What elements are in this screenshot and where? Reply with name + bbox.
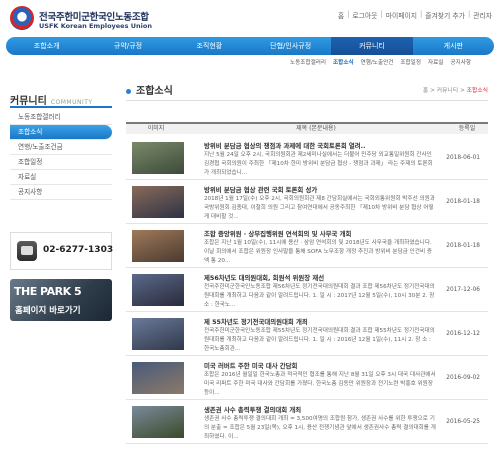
- subnav-item[interactable]: 노동조합갤러리: [290, 58, 326, 66]
- utility-links: 홈 | 로그아웃 | 마이페이지 | 즐겨찾기 추가 | 관리자: [338, 10, 492, 20]
- title-bullet-icon: [126, 88, 131, 94]
- table-row[interactable]: 방위비 분담금 협상 관련 국회 토론회 성가 2018년 1월 17일(수) 오…: [126, 180, 488, 224]
- column-header-date: 등록일: [458, 125, 476, 132]
- row-thumbnail[interactable]: [132, 406, 184, 438]
- util-separator: |: [419, 10, 423, 18]
- row-title[interactable]: 방위비 분담금 협상의 쟁점과 과제에 대한 국회토론회 열려..: [204, 141, 434, 150]
- row-summary: 조합은 지난 1월 10일(수), 11시에 용산 · 삼암 연석회의 및 20…: [204, 240, 433, 264]
- row-title[interactable]: 제56차년도 대의원대회, 회원석 위원장 재선: [204, 273, 434, 282]
- sidebar-item[interactable]: 공지사항: [10, 185, 112, 200]
- org-name-kr: 전국주한미군한국인노동조합: [39, 12, 149, 23]
- sidebar-item[interactable]: 연행/노출조건금: [10, 140, 112, 155]
- row-summary: 2018년 1월 17일(수) 오후 2시, 국회의원회관 제8 간담회실에서는…: [204, 196, 435, 220]
- row-summary: 지난 5월 24일 오후 2시, 국회의원회관 제2세미나실에서는 더불어 민주…: [204, 152, 433, 176]
- sidebar-item[interactable]: 조합소식: [10, 125, 112, 140]
- sidebar-title: 커뮤니티 COMMUNITY: [10, 92, 93, 107]
- column-header-title: 제목 (본문내용): [296, 125, 336, 132]
- title-divider: [126, 100, 488, 101]
- table-header: 이미지 제목 (본문내용) 등록일: [126, 122, 488, 134]
- util-link[interactable]: 즐겨찾기 추가: [425, 10, 465, 20]
- row-date: 2018-01-18: [446, 243, 480, 249]
- row-thumbnail[interactable]: [132, 362, 184, 394]
- row-thumbnail[interactable]: [132, 142, 184, 174]
- subnav-item[interactable]: 조합소식: [333, 58, 354, 66]
- sidebar-divider: [10, 106, 112, 108]
- column-header-image: 이미지: [147, 125, 165, 132]
- row-thumbnail[interactable]: [132, 274, 184, 306]
- sidebar-item[interactable]: 노동조합갤러리: [10, 110, 112, 125]
- row-title[interactable]: 방위비 분담금 협상 관련 국회 토론회 성가: [204, 185, 434, 194]
- row-date: 2017-12-06: [446, 287, 480, 293]
- page-title-text: 조합소식: [136, 86, 173, 97]
- banner-title: THE PARK 5: [14, 285, 82, 298]
- sidebar-item[interactable]: 조합일정: [10, 155, 112, 170]
- row-thumbnail[interactable]: [132, 186, 184, 218]
- sidebar-item[interactable]: 자료실: [10, 170, 112, 185]
- row-thumbnail[interactable]: [132, 230, 184, 262]
- table-row[interactable]: 미국 러버트 주한 미국 대사 간담회조합은 2016년 월일일 한국노총과 적…: [126, 356, 488, 400]
- subnav-item[interactable]: 연행/노출안건: [361, 58, 394, 66]
- nav-item[interactable]: 조합소개: [6, 37, 87, 55]
- util-separator: |: [347, 10, 350, 18]
- table-row[interactable]: 제56차년도 대의원대회, 회원석 위원장 재선전국주한미군한국인노동조합 제5…: [126, 268, 488, 312]
- nav-item[interactable]: 단협/인사규정: [250, 37, 331, 55]
- table-row[interactable]: 조합 중앙위원 · 상무집행위원 연석회의 및 사무국 개회조합은 지난 1월 …: [126, 224, 488, 268]
- row-title[interactable]: 생존권 사수 총력투쟁 결의대회 개최: [204, 405, 434, 414]
- row-thumbnail[interactable]: [132, 318, 184, 350]
- sub-navigation: 노동조합갤러리 조합소식 연행/노출안건 조합일정 자료실 공지사항: [290, 58, 471, 66]
- subnav-item[interactable]: 자료실: [428, 58, 443, 66]
- breadcrumb-item[interactable]: 커뮤니티: [437, 88, 458, 94]
- row-date: 2018-06-01: [446, 155, 480, 161]
- subnav-item[interactable]: 공지사항: [450, 58, 471, 66]
- union-emblem-icon: [10, 6, 34, 30]
- row-date: 2016-05-25: [446, 419, 480, 425]
- util-separator: |: [467, 10, 471, 18]
- contact-phone-box: 02-6277-1303: [10, 232, 114, 270]
- telephone-icon: [17, 241, 37, 261]
- nav-item[interactable]: 커뮤니티: [331, 37, 413, 55]
- util-separator: |: [380, 10, 383, 18]
- row-summary: 생존권 사수 총력투쟁 결의대회 개최 = 3,500여명의 조합원 참가, 생…: [204, 416, 436, 440]
- util-link[interactable]: 마이페이지: [386, 10, 417, 20]
- row-date: 2016-12-12: [446, 331, 480, 337]
- sidebar-menu: 노동조합갤러리 조합소식 연행/노출조건금 조합일정 자료실 공지사항: [10, 110, 112, 200]
- contact-phone-number: 02-6277-1303: [43, 245, 114, 255]
- nav-item[interactable]: 조직현황: [169, 37, 250, 55]
- nav-item[interactable]: 게시판: [413, 37, 494, 55]
- row-summary: 조합은 2016년 월일일 한국노총과 적극적인 협조를 통해 지난 8월 31…: [204, 372, 436, 396]
- row-title[interactable]: 제 55차년도 정기전국대의원대회 개최: [204, 317, 434, 326]
- util-link[interactable]: 홈: [338, 10, 344, 20]
- breadcrumb-item: 조합소식: [466, 88, 488, 94]
- breadcrumb-separator: >: [458, 88, 467, 94]
- org-name-en: USFK Korean Employees Union: [39, 22, 152, 30]
- subnav-item[interactable]: 조합일정: [400, 58, 421, 66]
- site-logo[interactable]: 전국주한미군한국인노동조합 USFK Korean Employees Unio…: [10, 6, 190, 32]
- row-date: 2018-01-18: [446, 199, 480, 205]
- util-link[interactable]: 로그아웃: [352, 10, 377, 20]
- table-row[interactable]: 생존권 사수 총력투쟁 결의대회 개최생존권 사수 총력투쟁 결의대회 개최 =…: [126, 400, 488, 444]
- news-list: 방위비 분담금 협상의 쟁점과 과제에 대한 국회토론회 열려.. 지난 5월 2…: [126, 136, 488, 444]
- table-row[interactable]: 방위비 분담금 협상의 쟁점과 과제에 대한 국회토론회 열려.. 지난 5월 2…: [126, 136, 488, 180]
- row-title[interactable]: 조합 중앙위원 · 상무집행위원 연석회의 및 사무국 개회: [204, 229, 434, 238]
- main-navigation: 조합소개 규약/규정 조직현황 단협/인사규정 커뮤니티 게시판: [6, 37, 494, 55]
- banner-link-text: 홈페이지 바로가기: [15, 306, 81, 316]
- page-title: 조합소식: [126, 82, 173, 97]
- breadcrumb: 홈 > 커뮤니티 > 조합소식: [423, 85, 488, 94]
- nav-item[interactable]: 규약/규정: [87, 37, 168, 55]
- util-link[interactable]: 관리자: [473, 10, 492, 20]
- table-row[interactable]: 제 55차년도 정기전국대의원대회 개최전국주한미군한국인노동조합 제55차년도…: [126, 312, 488, 356]
- row-date: 2016-09-02: [446, 375, 480, 381]
- the-park5-banner[interactable]: THE PARK 5 홈페이지 바로가기: [10, 279, 112, 321]
- row-title[interactable]: 미국 러버트 주한 미국 대사 간담회: [204, 361, 434, 370]
- row-summary: 전국주한미군한국인노동조합 제55차년도 정기전국대의원대회 결과 조합 제55…: [204, 328, 435, 352]
- sidebar-title-en: COMMUNITY: [50, 99, 93, 106]
- row-summary: 전국주한미군한국인노동조합 제56차년도 정기전국대의원대회 결과 조합 제56…: [204, 284, 435, 308]
- breadcrumb-separator: >: [428, 88, 437, 94]
